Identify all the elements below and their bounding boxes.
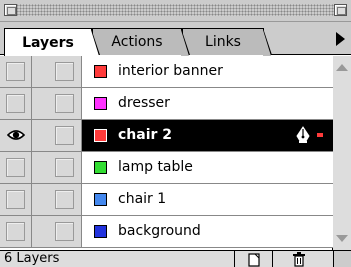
layer-row[interactable]: dresser	[0, 88, 333, 120]
link-toggle[interactable]	[32, 184, 82, 215]
layer-color-swatch	[94, 97, 107, 110]
visibility-toggle[interactable]	[0, 184, 32, 215]
layer-name: lamp table	[118, 159, 193, 175]
layer-count: 6 Layers	[4, 251, 60, 266]
link-box	[55, 126, 74, 145]
visibility-toggle[interactable]	[0, 88, 32, 119]
layer-color-swatch	[94, 225, 107, 238]
layers-list: interior banner dresser chair 2 lamp tab…	[0, 56, 351, 250]
link-toggle[interactable]	[32, 88, 82, 119]
link-box	[55, 158, 74, 177]
layer-name: dresser	[118, 95, 170, 111]
layer-row[interactable]: background	[0, 216, 333, 248]
visibility-box	[6, 158, 25, 177]
visibility-box	[6, 222, 25, 241]
tab-layers[interactable]: Layers	[4, 28, 100, 56]
palette-title-bar[interactable]	[0, 0, 351, 22]
link-box	[55, 94, 74, 113]
selection-marker	[317, 133, 323, 137]
link-toggle[interactable]	[32, 120, 82, 151]
link-toggle[interactable]	[32, 152, 82, 183]
visibility-toggle[interactable]	[0, 152, 32, 183]
tab-layers-label: Layers	[22, 34, 74, 51]
pen-nib-icon	[294, 126, 312, 144]
new-layer-button[interactable]	[234, 251, 272, 267]
layer-color-swatch	[94, 193, 107, 206]
delete-layer-button[interactable]	[272, 251, 324, 267]
palette-tab-bar: Links Actions Layers	[0, 22, 351, 56]
visibility-box	[6, 190, 25, 209]
layer-row-selected[interactable]: chair 2	[0, 120, 351, 152]
link-box	[55, 222, 74, 241]
layer-row[interactable]: chair 1	[0, 184, 333, 216]
visibility-toggle[interactable]	[0, 216, 32, 247]
visibility-box	[6, 62, 25, 81]
layer-color-swatch	[94, 65, 107, 78]
layer-name: chair 1	[118, 191, 167, 207]
resize-grip-icon[interactable]	[333, 251, 351, 267]
link-box	[55, 62, 74, 81]
link-box	[55, 190, 74, 209]
link-toggle[interactable]	[32, 216, 82, 247]
layer-row[interactable]: lamp table	[0, 152, 333, 184]
layer-name: chair 2	[118, 127, 173, 143]
tab-actions-label: Actions	[111, 34, 163, 50]
tab-links-label: Links	[205, 34, 241, 50]
scroll-up-arrow-icon[interactable]	[336, 64, 348, 71]
tab-actions[interactable]: Actions	[92, 28, 190, 56]
tab-links[interactable]: Links	[182, 28, 272, 56]
panel-menu-arrow-icon[interactable]	[336, 32, 345, 46]
eye-icon	[6, 127, 26, 146]
collapse-box-icon[interactable]	[334, 4, 347, 16]
vertical-scrollbar[interactable]	[333, 56, 351, 250]
visibility-box	[6, 94, 25, 113]
link-toggle[interactable]	[32, 56, 82, 87]
layer-name: interior banner	[118, 63, 223, 79]
visibility-toggle[interactable]	[0, 120, 32, 151]
new-layer-icon	[247, 251, 261, 267]
close-box-icon[interactable]	[4, 4, 17, 16]
layer-name: background	[118, 223, 201, 239]
palette-footer: 6 Layers	[0, 250, 351, 267]
visibility-toggle[interactable]	[0, 56, 32, 87]
layer-color-swatch	[94, 129, 107, 142]
layer-row[interactable]: interior banner	[0, 56, 333, 88]
trash-icon	[292, 251, 306, 267]
scroll-down-arrow-icon[interactable]	[336, 235, 348, 242]
title-bar-drag-stripes	[4, 4, 347, 16]
layer-color-swatch	[94, 161, 107, 174]
